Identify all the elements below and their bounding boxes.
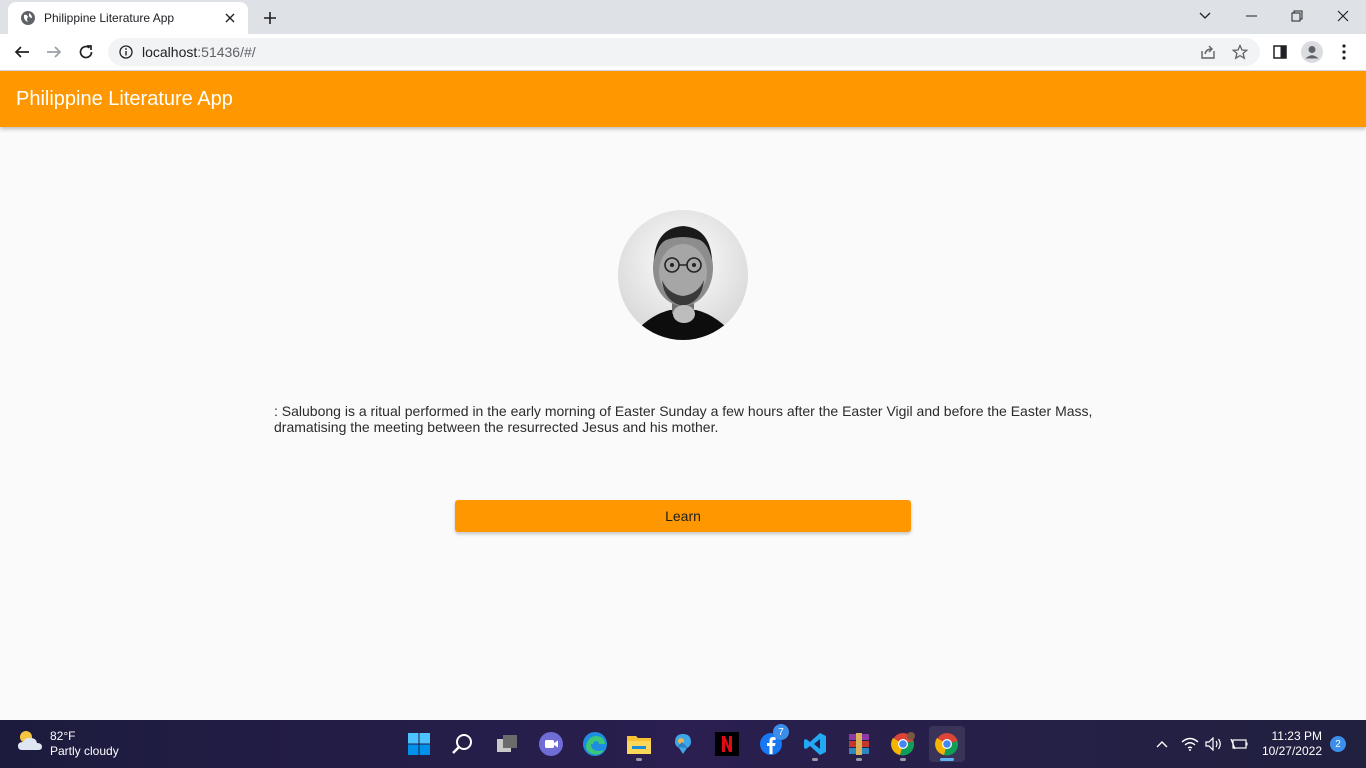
url-path: :51436/#/ (197, 44, 256, 60)
menu-dots-icon[interactable] (1330, 38, 1358, 66)
browser-tabstrip: Philippine Literature App (0, 0, 1366, 34)
tab-title: Philippine Literature App (44, 11, 175, 25)
browser-tab[interactable]: Philippine Literature App (8, 2, 248, 34)
clock-time: 11:23 PM (1271, 729, 1322, 743)
app-title: Philippine Literature App (16, 87, 233, 110)
facebook-icon[interactable]: 7 (753, 724, 789, 762)
vs-code-icon[interactable] (797, 726, 833, 762)
weather-temperature: 82°F (50, 728, 76, 743)
new-tab-icon[interactable] (258, 6, 282, 30)
url-host: localhost (142, 44, 198, 60)
bookmark-star-icon[interactable] (1226, 38, 1254, 66)
author-portrait (618, 210, 748, 340)
task-view-icon[interactable] (489, 726, 525, 762)
app-bar: Philippine Literature App (0, 71, 1366, 127)
notification-badge[interactable]: 2 (1330, 736, 1346, 752)
share-icon[interactable] (1194, 38, 1222, 66)
running-indicator (856, 758, 862, 761)
literature-description: : Salubong is a ritual performed in the … (274, 403, 1093, 435)
wifi-icon[interactable] (1179, 732, 1201, 756)
restore-icon[interactable] (1274, 0, 1320, 32)
chevron-up-icon[interactable] (1151, 732, 1173, 756)
learn-button[interactable]: Learn (455, 500, 911, 532)
search-icon[interactable] (445, 726, 481, 762)
address-bar[interactable]: localhost:51436/#/ (108, 38, 1260, 66)
running-indicator (812, 758, 818, 761)
side-panel-icon[interactable] (1266, 38, 1294, 66)
windows-taskbar: 82°F Partly cloudy 7 11:23 PM 10/27/2022… (0, 720, 1366, 768)
chrome-profile-icon[interactable] (885, 726, 921, 762)
windows-start-icon[interactable] (401, 726, 437, 762)
clock-date: 10/27/2022 (1261, 744, 1322, 758)
site-info-icon[interactable] (118, 44, 134, 60)
chrome-icon[interactable] (929, 726, 965, 762)
file-explorer-icon[interactable] (621, 726, 657, 762)
facebook-badge: 7 (773, 724, 789, 740)
winrar-icon[interactable] (841, 726, 877, 762)
globe-icon (20, 10, 36, 26)
tab-search-chevron-icon[interactable] (1182, 0, 1228, 32)
teams-chat-icon[interactable] (533, 726, 569, 762)
forward-arrow-icon[interactable] (40, 38, 68, 66)
reload-icon[interactable] (72, 38, 100, 66)
edge-browser-icon[interactable] (577, 726, 613, 762)
profile-avatar-icon[interactable] (1298, 38, 1326, 66)
weather-description: Partly cloudy (50, 743, 119, 758)
running-indicator (900, 758, 906, 761)
back-arrow-icon[interactable] (8, 38, 36, 66)
photos-app-icon[interactable] (665, 726, 701, 762)
running-indicator (636, 758, 642, 761)
battery-icon[interactable] (1228, 732, 1250, 756)
browser-toolbar: localhost:51436/#/ (0, 34, 1366, 71)
close-window-icon[interactable] (1320, 0, 1366, 32)
system-clock[interactable]: 11:23 PM 10/27/2022 (1256, 729, 1322, 759)
netflix-icon[interactable] (709, 726, 745, 762)
partly-cloudy-icon (16, 728, 44, 759)
url-text: localhost:51436/#/ (142, 44, 256, 60)
weather-widget[interactable]: 82°F Partly cloudy (16, 728, 119, 759)
volume-icon[interactable] (1203, 732, 1225, 756)
active-indicator (940, 758, 954, 761)
minimize-icon[interactable] (1228, 0, 1274, 32)
close-tab-icon[interactable] (222, 10, 238, 26)
